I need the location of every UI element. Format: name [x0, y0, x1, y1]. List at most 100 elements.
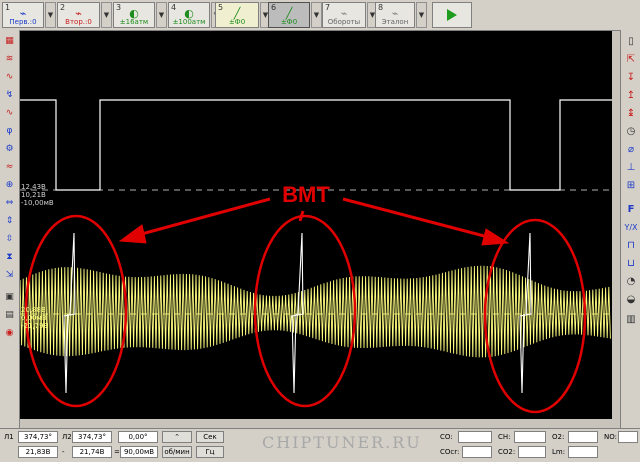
channel-1-dropdown[interactable]: ▼ — [45, 2, 56, 28]
watermark: CHIPTUNER.RU — [262, 433, 422, 452]
ch1-label-max: 12,43В — [21, 183, 46, 191]
ch1-label-min: -10,00мВ — [21, 199, 54, 207]
channel-2-button[interactable]: 2 ⌁ Втор.:0 — [57, 2, 100, 28]
measure-icon[interactable]: ↥ — [623, 88, 639, 104]
voltage-1-field[interactable]: 21,83В — [18, 446, 58, 458]
equals-sign: = — [114, 448, 120, 456]
step-icon[interactable]: ⊥ — [623, 160, 639, 176]
voltage-diff-field[interactable]: 90,00мВ — [120, 446, 158, 458]
signal-icon[interactable]: ∿ — [2, 106, 17, 120]
vertical-scrollbar[interactable] — [612, 31, 620, 428]
channel-3-label: ±16атм — [119, 18, 149, 26]
save-icon[interactable]: ▣ — [2, 290, 17, 304]
co-label: CO: — [440, 433, 453, 441]
no-label: NO: — [604, 433, 617, 441]
channel-3-button[interactable]: 3 ◐ ±16атм — [113, 2, 155, 28]
waveform-plot: BMT 12,43В 10,21В -10,00мВ 20,88В 0,00мВ… — [20, 99, 612, 414]
zoom-in-icon[interactable]: ⊕ — [2, 178, 17, 192]
ratio-icon[interactable]: Y/X — [623, 220, 639, 236]
channel-4-label: ±100атм — [172, 18, 206, 26]
bmt-marker-ellipse-3 — [483, 218, 587, 414]
cursor-l1-label: Л1 — [4, 433, 14, 441]
page-icon[interactable]: ▯ — [623, 34, 639, 50]
bmt-arrow-right-head — [481, 228, 510, 246]
expand-horizontal-icon[interactable]: ⇔ — [2, 196, 17, 210]
channel-2-label: Втор.:0 — [65, 18, 92, 26]
angle-field[interactable]: 0,00° — [118, 431, 158, 443]
memory-icon[interactable]: ▤ — [2, 308, 17, 322]
hourglass-icon[interactable]: ⧗ — [2, 250, 17, 264]
record-icon[interactable]: ◉ — [2, 326, 17, 340]
cursor-tool-icon[interactable]: ⇱ — [623, 52, 639, 68]
cocr-label: COcr: — [440, 448, 460, 456]
overlay-icon[interactable]: ≈ — [2, 160, 17, 174]
bmt-annotation: BMT — [282, 182, 330, 207]
compress-icon[interactable]: ⇳ — [2, 232, 17, 246]
arrow-tool-icon[interactable]: ↧ — [623, 70, 639, 86]
timer-icon[interactable]: ◔ — [623, 274, 639, 290]
bmt-arrow-left-line — [137, 197, 271, 237]
rpm-button[interactable]: об/мин — [162, 446, 192, 458]
pulse-icon[interactable]: ⊓ — [623, 238, 639, 254]
channel-1-label: Перв.:0 — [9, 18, 37, 26]
o2-field[interactable] — [568, 431, 598, 443]
lm-field[interactable] — [568, 446, 598, 458]
channel-6-button[interactable]: 6 ╱ ±Ф0 — [268, 2, 310, 28]
channel-4-button[interactable]: 4 ◐ ±100атм — [168, 2, 210, 28]
horizontal-scrollbar[interactable] — [20, 419, 612, 428]
voltage-2-field[interactable]: 21,74В — [72, 446, 112, 458]
channel-6-dropdown[interactable]: ▼ — [311, 2, 322, 28]
channel-8-button[interactable]: 8 ⌁ Эталон — [375, 2, 415, 28]
channel-select-icon[interactable]: ≋ — [2, 52, 17, 66]
phi-icon[interactable]: φ — [2, 124, 17, 138]
oscilloscope-screen[interactable]: BMT 12,43В 10,21В -10,00мВ 20,88В 0,00мВ… — [20, 31, 612, 419]
ch2-label-max: 20,88В — [21, 306, 46, 314]
clock-icon[interactable]: ◷ — [623, 124, 639, 140]
ch1-label-mid: 10,21В — [21, 191, 46, 199]
hertz-button[interactable]: Гц — [196, 446, 224, 458]
seconds-button[interactable]: Сек — [196, 431, 224, 443]
marker-icon[interactable]: ↨ — [623, 106, 639, 122]
frequency-icon[interactable]: F — [623, 202, 639, 218]
phase-icon[interactable]: ↯ — [2, 88, 17, 102]
wave-icon[interactable]: ∿ — [2, 70, 17, 84]
co2-label: CO2: — [498, 448, 516, 456]
bmt-arrow-left-head — [118, 224, 147, 244]
arrow-up-button[interactable]: ⌃ — [162, 431, 192, 443]
grid-icon[interactable]: ▦ — [2, 34, 17, 48]
channel-1-button[interactable]: 1 ⌁ Перв.:0 — [2, 2, 44, 28]
channel-8-dropdown[interactable]: ▼ — [416, 2, 427, 28]
cursor-l2-field[interactable]: 374,73° — [72, 431, 112, 443]
channel-5-button[interactable]: 5 ╱ ±Ф0 — [215, 2, 259, 28]
play-button[interactable] — [432, 2, 472, 28]
ignition-icon[interactable]: ⚙ — [2, 142, 17, 156]
bmt-arrow-mid-line — [298, 210, 305, 222]
ch-field[interactable] — [514, 431, 546, 443]
channel-7-button[interactable]: 7 ⌁ Обороты — [322, 2, 366, 28]
co2-field[interactable] — [518, 446, 546, 458]
cursor-l2-label: Л2 — [62, 433, 72, 441]
ch-label: CH: — [498, 433, 511, 441]
channel-2-dropdown[interactable]: ▼ — [101, 2, 112, 28]
left-toolbar: ▦ ≋ ∿ ↯ ∿ φ ⚙ ≈ ⊕ ⇔ ⇕ ⇳ ⧗ ⇲ ▣ ▤ ◉ — [0, 30, 20, 428]
channel-8-label: Эталон — [381, 18, 409, 26]
play-icon — [447, 9, 457, 21]
channel-6-label: ±Ф0 — [280, 18, 298, 26]
channel-5-label: ±Ф0 — [228, 18, 246, 26]
expand-vertical-icon[interactable]: ⇕ — [2, 214, 17, 228]
cocr-field[interactable] — [462, 446, 492, 458]
analog-trace — [20, 265, 611, 358]
collapse-icon[interactable]: ⇲ — [2, 268, 17, 282]
cursor-l1-field[interactable]: 374,73° — [18, 431, 58, 443]
gauge-icon[interactable]: ◒ — [623, 292, 639, 308]
channel-3-dropdown[interactable]: ▼ — [156, 2, 167, 28]
no-field[interactable] — [618, 431, 638, 443]
channel-7-label: Обороты — [327, 18, 361, 26]
co-field[interactable] — [458, 431, 492, 443]
scale-icon[interactable]: ⌀ — [623, 142, 639, 158]
ch2-label-min: -21,79В — [21, 322, 49, 330]
print-icon[interactable]: ▥ — [623, 312, 639, 328]
bmt-arrow-right-line — [342, 197, 489, 239]
levels-icon[interactable]: ⊞ — [623, 178, 639, 194]
dwell-icon[interactable]: ⊔ — [623, 256, 639, 272]
